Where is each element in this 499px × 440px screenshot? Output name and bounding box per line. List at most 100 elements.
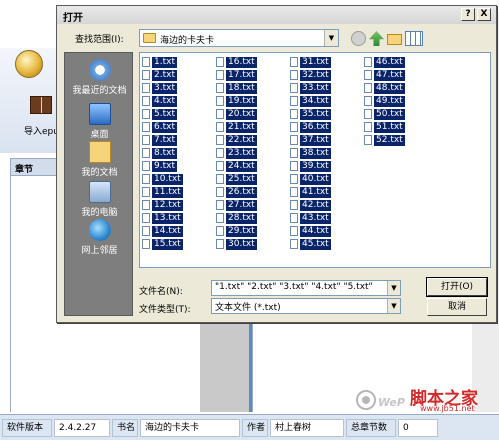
file-item[interactable]: 28.txt: [216, 212, 257, 224]
file-item[interactable]: 50.txt: [364, 108, 405, 120]
file-item[interactable]: 5.txt: [142, 108, 177, 120]
place-my-documents[interactable]: 我的文档: [65, 141, 134, 178]
file-name: 27.txt: [226, 199, 257, 211]
place-desktop[interactable]: 桌面: [65, 103, 134, 140]
file-item[interactable]: 14.txt: [142, 225, 183, 237]
file-item[interactable]: 41.txt: [290, 186, 331, 198]
file-item[interactable]: 43.txt: [290, 212, 331, 224]
file-item[interactable]: 15.txt: [142, 238, 183, 250]
file-item[interactable]: 38.txt: [290, 147, 331, 159]
chevron-down-icon[interactable]: ▼: [324, 30, 338, 46]
file-item[interactable]: 13.txt: [142, 212, 183, 224]
file-name: 39.txt: [300, 160, 331, 172]
help-button[interactable]: ?: [461, 8, 475, 21]
file-item[interactable]: 23.txt: [216, 147, 257, 159]
file-list[interactable]: 1.txt 2.txt 3.txt 4.txt 5.txt 6.txt 7.txt 8.txt…: [139, 52, 491, 268]
place-network[interactable]: 网上邻居: [65, 219, 134, 256]
close-button[interactable]: X: [477, 8, 491, 21]
app-menu-orb-icon[interactable]: [15, 50, 43, 78]
file-item[interactable]: 1.txt: [142, 56, 177, 68]
file-name: 28.txt: [226, 212, 257, 224]
file-item[interactable]: 11.txt: [142, 186, 183, 198]
file-item[interactable]: 42.txt: [290, 199, 331, 211]
file-item[interactable]: 7.txt: [142, 134, 177, 146]
file-item[interactable]: 20.txt: [216, 108, 257, 120]
file-item[interactable]: 37.txt: [290, 134, 331, 146]
file-name: 32.txt: [300, 69, 331, 81]
file-item[interactable]: 16.txt: [216, 56, 257, 68]
file-name-input[interactable]: "1.txt" "2.txt" "3.txt" "4.txt" "5.txt": [211, 280, 401, 296]
place-recent-documents[interactable]: 我最近的文档: [65, 59, 134, 96]
text-file-icon: [290, 226, 298, 236]
chapter-list-panel[interactable]: [10, 176, 60, 412]
file-name: 35.txt: [300, 108, 331, 120]
file-item[interactable]: 25.txt: [216, 173, 257, 185]
file-item[interactable]: 36.txt: [290, 121, 331, 133]
file-item[interactable]: 10.txt: [142, 173, 183, 185]
text-file-icon: [142, 213, 150, 223]
file-item[interactable]: 39.txt: [290, 160, 331, 172]
file-item[interactable]: 3.txt: [142, 82, 177, 94]
file-name: 50.txt: [374, 108, 405, 120]
file-item[interactable]: 49.txt: [364, 95, 405, 107]
file-name: 6.txt: [152, 121, 177, 133]
file-item[interactable]: 19.txt: [216, 95, 257, 107]
dialog-titlebar[interactable]: 打开 ? X: [57, 6, 496, 24]
file-item[interactable]: 35.txt: [290, 108, 331, 120]
import-epub-icon[interactable]: [30, 96, 52, 114]
view-menu-icon[interactable]: [405, 31, 423, 46]
new-folder-icon[interactable]: [387, 34, 402, 45]
file-item[interactable]: 12.txt: [142, 199, 183, 211]
file-item[interactable]: 18.txt: [216, 82, 257, 94]
open-button[interactable]: 打开(O): [426, 277, 488, 297]
file-item[interactable]: 2.txt: [142, 69, 177, 81]
file-item[interactable]: 33.txt: [290, 82, 331, 94]
file-item[interactable]: 8.txt: [142, 147, 177, 159]
file-item[interactable]: 34.txt: [290, 95, 331, 107]
file-item[interactable]: 4.txt: [142, 95, 177, 107]
dialog-title: 打开: [63, 13, 83, 24]
file-name-dropdown-icon[interactable]: ▼: [387, 281, 400, 295]
file-item[interactable]: 44.txt: [290, 225, 331, 237]
book-title-label: 书名: [112, 418, 138, 437]
file-item[interactable]: 26.txt: [216, 186, 257, 198]
file-item[interactable]: 17.txt: [216, 69, 257, 81]
file-item[interactable]: 27.txt: [216, 199, 257, 211]
place-my-computer[interactable]: 我的电脑: [65, 181, 134, 218]
text-file-icon: [290, 187, 298, 197]
file-item[interactable]: 45.txt: [290, 238, 331, 250]
up-folder-icon[interactable]: [369, 31, 384, 46]
file-item[interactable]: 9.txt: [142, 160, 177, 172]
file-type-select[interactable]: 文本文件 (*.txt): [211, 298, 401, 314]
file-name: 52.txt: [374, 134, 405, 146]
cancel-button[interactable]: 取消: [427, 298, 487, 316]
text-file-icon: [290, 70, 298, 80]
file-item[interactable]: 46.txt: [364, 56, 405, 68]
text-file-icon: [216, 122, 224, 132]
file-type-dropdown-icon[interactable]: ▼: [387, 299, 400, 313]
file-item[interactable]: 6.txt: [142, 121, 177, 133]
file-item[interactable]: 52.txt: [364, 134, 405, 146]
file-item[interactable]: 21.txt: [216, 121, 257, 133]
file-name: 38.txt: [300, 147, 331, 159]
file-item[interactable]: 24.txt: [216, 160, 257, 172]
file-item[interactable]: 31.txt: [290, 56, 331, 68]
file-name: 47.txt: [374, 69, 405, 81]
text-file-icon: [216, 239, 224, 249]
text-file-icon: [216, 187, 224, 197]
file-item[interactable]: 48.txt: [364, 82, 405, 94]
file-item[interactable]: 29.txt: [216, 225, 257, 237]
text-file-icon: [142, 122, 150, 132]
look-in-combo[interactable]: 海边的卡夫卡 ▼: [139, 29, 339, 47]
file-item[interactable]: 32.txt: [290, 69, 331, 81]
file-item[interactable]: 30.txt: [216, 238, 257, 250]
file-name: 36.txt: [300, 121, 331, 133]
text-file-icon: [364, 135, 372, 145]
file-name: 48.txt: [374, 82, 405, 94]
file-item[interactable]: 22.txt: [216, 134, 257, 146]
file-item[interactable]: 40.txt: [290, 173, 331, 185]
file-item[interactable]: 47.txt: [364, 69, 405, 81]
text-file-icon: [290, 96, 298, 106]
file-item[interactable]: 51.txt: [364, 121, 405, 133]
back-icon[interactable]: [351, 31, 366, 46]
